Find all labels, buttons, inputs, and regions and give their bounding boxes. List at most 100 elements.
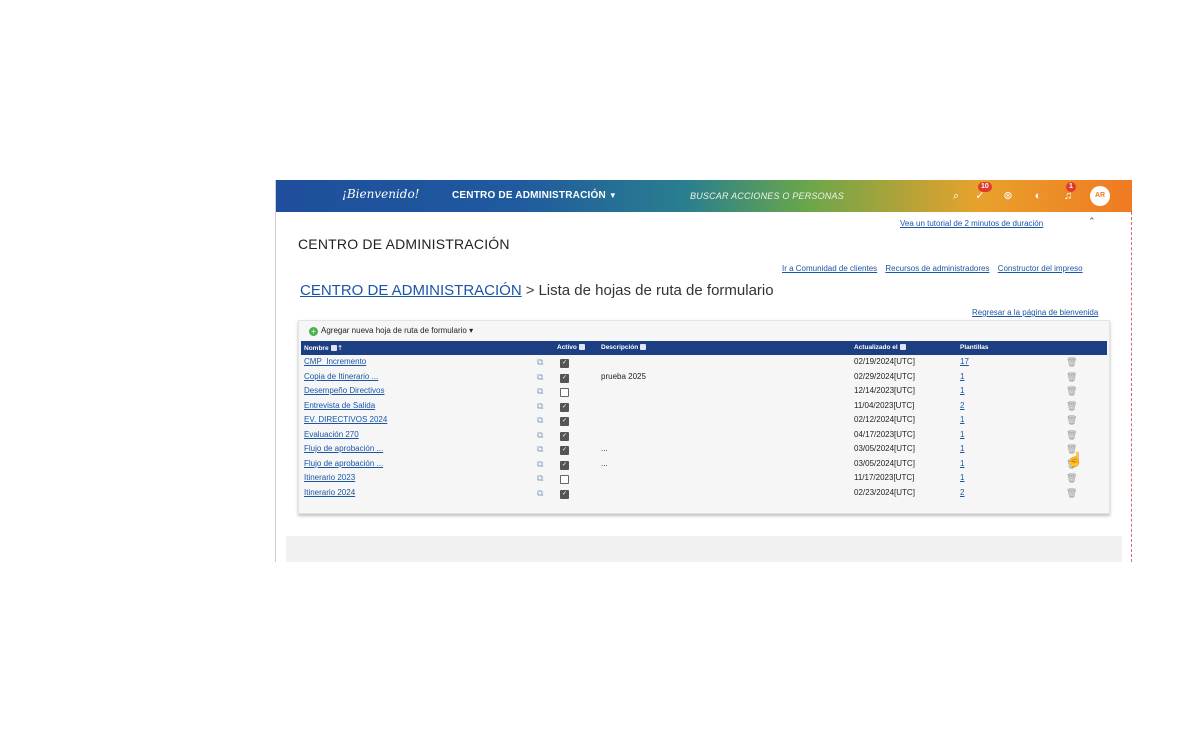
breadcrumb-current: Lista de hojas de ruta de formulario	[538, 282, 774, 299]
home-brand-link[interactable]: ¡Bienvenido!	[342, 187, 419, 201]
filter-icon[interactable]	[640, 344, 647, 350]
back-to-welcome-link[interactable]: Regresar a la página de bienvenida	[972, 308, 1098, 317]
preview-icon[interactable]: ⧉	[537, 459, 543, 470]
sort-ascending-icon[interactable]: 🡑	[338, 345, 341, 352]
search-input[interactable]: BUSCAR ACCIONES O PERSONAS	[690, 191, 844, 201]
updated-cell: 12/14/2023[UTC]	[854, 386, 915, 395]
route-map-name-link[interactable]: CMP_Incremento	[304, 357, 366, 366]
preview-icon[interactable]: ⧉	[537, 401, 543, 412]
route-map-name-link[interactable]: Evaluación 270	[304, 430, 359, 439]
section-menu[interactable]: CENTRO DE ADMINISTRACIÓN ▼	[452, 190, 617, 201]
form-builder-link[interactable]: Constructor del impreso	[998, 264, 1083, 273]
preview-icon[interactable]: ⧉	[537, 444, 543, 455]
active-checkbox[interactable]	[560, 373, 569, 383]
active-checkbox[interactable]	[560, 446, 569, 455]
route-map-name-link[interactable]: Copia de Itinerario ...	[304, 372, 378, 381]
updated-cell: 02/19/2024[UTC]	[854, 357, 915, 366]
updated-cell: 03/05/2024[UTC]	[854, 444, 915, 453]
column-name[interactable]: Nombre 🡑	[304, 344, 342, 355]
delete-trash-icon[interactable]: 🗑	[1066, 430, 1077, 441]
templates-count-link[interactable]: 1	[960, 415, 964, 424]
filter-icon[interactable]	[899, 344, 906, 350]
avatar[interactable]: AR	[1090, 186, 1110, 206]
route-map-name-link[interactable]: Flujo de aprobación ...	[304, 444, 383, 453]
active-checkbox[interactable]	[560, 475, 569, 484]
admin-resources-link[interactable]: Recursos de administradores	[885, 264, 989, 273]
updated-cell: 02/12/2024[UTC]	[854, 415, 915, 424]
templates-count-link[interactable]: 17	[960, 357, 969, 366]
breadcrumb-root-link[interactable]: CENTRO DE ADMINISTRACIÓN	[300, 282, 522, 299]
route-map-name-link[interactable]: Itinerario 2023	[304, 473, 355, 482]
breadcrumb-separator: >	[525, 282, 535, 299]
templates-count-link[interactable]: 1	[960, 430, 964, 439]
column-description[interactable]: Descripción	[601, 344, 647, 351]
active-checkbox[interactable]	[560, 388, 569, 397]
column-updated[interactable]: Actualizado el	[854, 344, 906, 351]
templates-count-link[interactable]: 1	[960, 444, 964, 453]
chevron-down-icon: ▼	[608, 191, 617, 200]
table-row: CMP_Incremento ⧉ 02/19/2024[UTC] 17 🗑	[301, 356, 1107, 371]
preview-icon[interactable]: ⧉	[537, 415, 543, 426]
column-templates[interactable]: Plantillas	[960, 344, 989, 351]
help-headset-icon[interactable]: ◐	[1030, 188, 1046, 204]
column-active-label: Activo	[557, 344, 577, 351]
route-map-name-link[interactable]: Itinerario 2024	[304, 488, 355, 497]
templates-count-link[interactable]: 1	[960, 473, 964, 482]
delete-trash-icon[interactable]: 🗑	[1066, 372, 1077, 383]
filter-icon[interactable]	[578, 344, 585, 350]
table-row: Flujo de aprobación ... ⧉... 03/05/2024[UT…	[301, 443, 1107, 458]
preview-icon[interactable]: ⧉	[537, 488, 543, 499]
actions-icon[interactable]: ⊛	[1000, 188, 1016, 204]
tutorial-link[interactable]: Vea un tutorial de 2 minutos de duración	[900, 219, 1043, 228]
active-checkbox[interactable]	[560, 402, 569, 412]
table-row: Evaluación 270 ⧉ 04/17/2023[UTC] 1 🗑	[301, 429, 1107, 444]
table-row: Entrevista de Salida ⧉ 11/04/2023[UTC] 2 🗑	[301, 400, 1107, 415]
add-route-map-label: Agregar nueva hoja de ruta de formulario	[321, 326, 467, 335]
route-map-name-link[interactable]: Entrevista de Salida	[304, 401, 375, 410]
chevron-down-icon: ▾	[469, 326, 474, 335]
active-checkbox[interactable]	[560, 431, 569, 441]
route-map-name-link[interactable]: Desempeño Directivos	[304, 386, 384, 395]
preview-icon[interactable]: ⧉	[537, 430, 543, 441]
templates-count-link[interactable]: 2	[960, 401, 964, 410]
notifications-bell-icon[interactable]: ♫ 1	[1060, 182, 1076, 204]
templates-count-link[interactable]: 1	[960, 372, 964, 381]
route-map-name-link[interactable]: Flujo de aprobación ...	[304, 459, 383, 468]
search-icon[interactable]: ⌕	[948, 188, 964, 204]
table-row: Desempeño Directivos ⧉ 12/14/2023[UTC] 1 🗑	[301, 385, 1107, 400]
add-route-map-button[interactable]: + Agregar nueva hoja de ruta de formulari…	[309, 326, 473, 336]
preview-icon[interactable]: ⧉	[537, 372, 543, 383]
breadcrumb: CENTRO DE ADMINISTRACIÓN > Lista de hojas …	[300, 282, 774, 299]
templates-count-link[interactable]: 2	[960, 488, 964, 497]
admin-center-window: ¡Bienvenido! CENTRO DE ADMINISTRACIÓN ▼ B…	[275, 180, 1132, 562]
delete-trash-icon[interactable]: 🗑	[1066, 401, 1077, 412]
collapse-chevron-icon[interactable]: ⌃	[1088, 216, 1096, 227]
delete-trash-icon[interactable]: 🗑	[1066, 415, 1077, 426]
approvals-badge: 10	[978, 182, 992, 192]
preview-icon[interactable]: ⧉	[537, 473, 543, 484]
column-active[interactable]: Activo	[557, 344, 585, 351]
preview-icon[interactable]: ⧉	[537, 386, 543, 397]
active-checkbox[interactable]	[560, 460, 569, 470]
delete-trash-icon[interactable]: 🗑	[1066, 357, 1077, 368]
route-map-panel: + Agregar nueva hoja de ruta de formulari…	[298, 320, 1110, 514]
top-links: Ir a Comunidad de clientes Recursos de a…	[782, 264, 1089, 273]
route-map-name-link[interactable]: EV. DIRECTIVOS 2024	[304, 415, 387, 424]
customer-community-link[interactable]: Ir a Comunidad de clientes	[782, 264, 877, 273]
templates-count-link[interactable]: 1	[960, 386, 964, 395]
active-checkbox[interactable]	[560, 417, 569, 426]
delete-trash-icon[interactable]: 🗑	[1066, 488, 1077, 499]
footer-band	[286, 536, 1122, 562]
active-checkbox[interactable]	[560, 359, 569, 368]
add-circle-icon: +	[309, 327, 318, 336]
updated-cell: 04/17/2023[UTC]	[854, 429, 915, 439]
approvals-icon[interactable]: ✓ 10	[972, 182, 992, 204]
table-row: Flujo de aprobación ... ⧉... 03/05/2024[UT…	[301, 458, 1107, 473]
filter-icon[interactable]	[330, 345, 337, 351]
delete-trash-icon[interactable]: 🗑	[1066, 386, 1077, 397]
delete-trash-icon[interactable]: 🗑	[1066, 473, 1077, 484]
preview-icon[interactable]: ⧉	[537, 357, 543, 368]
templates-count-link[interactable]: 1	[960, 459, 964, 468]
updated-cell: 02/29/2024[UTC]	[854, 371, 915, 381]
active-checkbox[interactable]	[560, 489, 569, 499]
